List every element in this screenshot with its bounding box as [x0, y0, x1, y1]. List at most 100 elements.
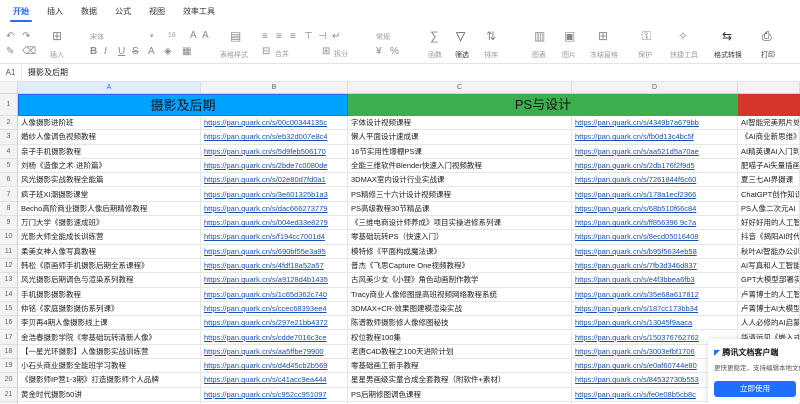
cell-course-title[interactable]: 《三维电商设计师养成》项目实操进修系列课	[348, 216, 572, 231]
cell-link[interactable]: https://pan.quark.cn/s/35e68a617812	[572, 287, 738, 302]
cell-course-title[interactable]: AI写真和人工智能	[738, 259, 800, 274]
column-header-e[interactable]	[738, 82, 800, 94]
cell-course-title[interactable]: PS人像二次元AI	[738, 201, 800, 217]
font-name-select[interactable]: 宋体	[90, 32, 104, 42]
clear-format-icon[interactable]: ⌫	[22, 46, 36, 58]
row-header[interactable]: 6	[0, 173, 18, 188]
menu-tab[interactable]: 视图	[140, 0, 174, 24]
cell-link[interactable]: https://pan.quark.cn/s/2db176f2f9d5	[572, 158, 738, 174]
cell-link[interactable]: https://pan.quark.cn/s/ccec68393ee4	[201, 301, 348, 317]
insert-icon[interactable]: ⊞	[52, 30, 62, 42]
align-center-icon[interactable]: ≡	[276, 31, 282, 43]
currency-icon[interactable]: ¥	[376, 46, 382, 58]
row-header[interactable]: 20	[0, 373, 18, 388]
align-right-icon[interactable]: ≡	[290, 31, 296, 43]
column-header-b[interactable]: B	[201, 82, 348, 94]
cell-course-title[interactable]: 陈谱教师摄影修人像修图秘技	[348, 316, 572, 331]
cell-course-title[interactable]: 人像摄影进阶班	[18, 116, 201, 131]
cell-course-title[interactable]: 卢菁博士AI大模型	[738, 301, 800, 317]
cell-course-title[interactable]: 小石头商业摄影全能班学习教程	[18, 359, 201, 374]
menu-tab[interactable]: 开始	[4, 0, 38, 24]
protect-button[interactable]: 保护	[638, 50, 652, 60]
column-header-c[interactable]: C	[348, 82, 572, 94]
use-now-button[interactable]: 立即使用	[714, 381, 796, 397]
split-button[interactable]: 拆分	[334, 49, 348, 59]
cell-link[interactable]: https://pan.quark.cn/s/aa5ffbe79900	[201, 344, 348, 360]
print-icon[interactable]: ⎙	[762, 30, 772, 42]
cell-course-title[interactable]: 零基础画工新手教程	[348, 359, 572, 374]
cell-course-title[interactable]: ChatGPT创作知识	[738, 187, 800, 202]
menu-tab[interactable]: 效率工具	[174, 0, 224, 24]
cell-course-title[interactable]: 疯子班XI潮摄影课堂	[18, 187, 201, 202]
italic-icon[interactable]: I	[104, 46, 107, 58]
cell-link[interactable]: https://pan.quark.cn/s/7261844f6c60	[572, 173, 738, 188]
column-header-d[interactable]: D	[572, 82, 738, 94]
row-header[interactable]: 1	[0, 94, 18, 116]
cell-link[interactable]: https://pan.quark.cn/s/e4f3bbea6fb3	[572, 273, 738, 288]
row-header[interactable]: 14	[0, 287, 18, 302]
cell-link[interactable]: https://pan.quark.cn/s/68b510f66c84	[572, 201, 738, 217]
cell-course-title[interactable]: GPT大模型部署实	[738, 273, 800, 288]
cell-course-title[interactable]: PS后期修图调色课程	[348, 387, 572, 402]
cell-link[interactable]: https://pan.quark.cn/s/7fb3d346d837	[572, 259, 738, 274]
insert-button[interactable]: 插入	[50, 50, 64, 60]
cell-course-title[interactable]: 普杰《飞思Capture One视频教程》	[348, 259, 572, 274]
cell-link[interactable]: https://pan.quark.cn/s/fb0d13c4bc5f	[572, 130, 738, 145]
image-button[interactable]: 图片	[562, 50, 576, 60]
freeze-button[interactable]: 冻结窗格	[590, 50, 618, 60]
row-header[interactable]: 21	[0, 387, 18, 402]
row-header[interactable]: 10	[0, 230, 18, 245]
border-icon[interactable]: ▦	[182, 46, 191, 58]
number-format-select[interactable]: 常规	[376, 32, 390, 42]
cell-link[interactable]: https://pan.quark.cn/s/1c65d362c740	[201, 287, 348, 302]
cell-link[interactable]: https://pan.quark.cn/s/297e21bb4372	[201, 316, 348, 331]
cell-course-title[interactable]: 婚纱人像调色视频教程	[18, 130, 201, 145]
increase-font-icon[interactable]: A	[190, 30, 197, 42]
cell-link[interactable]: https://pan.quark.cn/s/c41acc9ea444	[201, 373, 348, 388]
row-header[interactable]: 15	[0, 301, 18, 317]
cell-course-title[interactable]: PS高级教程30节精品课	[348, 201, 572, 217]
cell-course-title[interactable]: 秋叶AI智能办公训	[738, 244, 800, 259]
cell-course-title[interactable]: Becho高阶商业摄影人像后期精修教程	[18, 201, 201, 217]
cell-course-title[interactable]: 李贝再4期人像摄影线上课	[18, 316, 201, 331]
cell-course-title[interactable]: 《摄影师IP营1-3期》打造摄影师个人品牌	[18, 373, 201, 388]
sort-button[interactable]: 排序	[484, 50, 498, 60]
merge-icon[interactable]: ⊟	[262, 46, 270, 58]
function-icon[interactable]: ∑	[430, 30, 439, 42]
cell-link[interactable]: https://pan.quark.cn/s/187cc173bb34	[572, 301, 738, 317]
chart-icon[interactable]: ▥	[534, 30, 545, 42]
cell-link[interactable]: https://pan.quark.cn/s/dac666273779	[201, 201, 348, 217]
cell-course-title[interactable]: 柔美女神人像写真教程	[18, 244, 201, 259]
format-convert-icon[interactable]: ⇆	[722, 30, 732, 42]
filter-icon[interactable]: ▽	[456, 30, 465, 42]
cell-course-title[interactable]: 金浩春摄影学院《零基础玩转清新人像》	[18, 330, 201, 345]
font-size-select[interactable]: 18	[168, 32, 176, 39]
cell-reference[interactable]: A1	[0, 63, 22, 82]
cell-course-title[interactable]: 字体设计视频课程	[348, 116, 572, 131]
menu-tab[interactable]: 插入	[38, 0, 72, 24]
cell-course-title[interactable]: 古风美少女《小狸》角色动画制作教学	[348, 273, 572, 288]
redo-icon[interactable]: ↷	[22, 31, 30, 43]
cell-course-title[interactable]: 风光摄影实战教程全能篇	[18, 173, 201, 188]
cell-link[interactable]: https://pan.quark.cn/s/02e80d7fd0a1	[201, 173, 348, 188]
cell-course-title[interactable]: 权位教程100集	[348, 330, 572, 345]
decrease-font-icon[interactable]: A	[202, 30, 209, 42]
sheet-grid[interactable]: A B C D 1 摄影及后期 PS与设计 2 人像摄影进阶班 https://pa…	[0, 82, 800, 404]
section-header-ps-design[interactable]: PS与设计	[348, 94, 738, 116]
row-header[interactable]: 4	[0, 144, 18, 159]
cell-course-title[interactable]: 风光摄影后期调色与渲染系列教程	[18, 273, 201, 288]
cell-course-title[interactable]: 手机摄影摄影教程	[18, 287, 201, 302]
undo-icon[interactable]: ↶	[6, 31, 14, 43]
cell-course-title[interactable]: 夏三七AI界摄课	[738, 173, 800, 188]
row-header[interactable]: 19	[0, 359, 18, 374]
row-header[interactable]: 3	[0, 130, 18, 145]
cell-course-title[interactable]: 韩松《原画师手机摄影后期全系课程》	[18, 259, 201, 274]
cell-course-title[interactable]: 懒人平面设计速成课	[348, 130, 572, 145]
cell-link[interactable]: https://pan.quark.cn/s/ff856396 9c7a	[572, 216, 738, 231]
cell-course-title[interactable]: 3DMAX+CR-效果图建模渲染实战	[348, 301, 572, 317]
row-header[interactable]: 12	[0, 259, 18, 274]
row-header[interactable]: 7	[0, 187, 18, 202]
cell-course-title[interactable]: 3DMAX室内设计行业实战课	[348, 173, 572, 188]
underline-icon[interactable]: U	[118, 46, 125, 58]
column-header-a[interactable]: A	[18, 82, 201, 94]
